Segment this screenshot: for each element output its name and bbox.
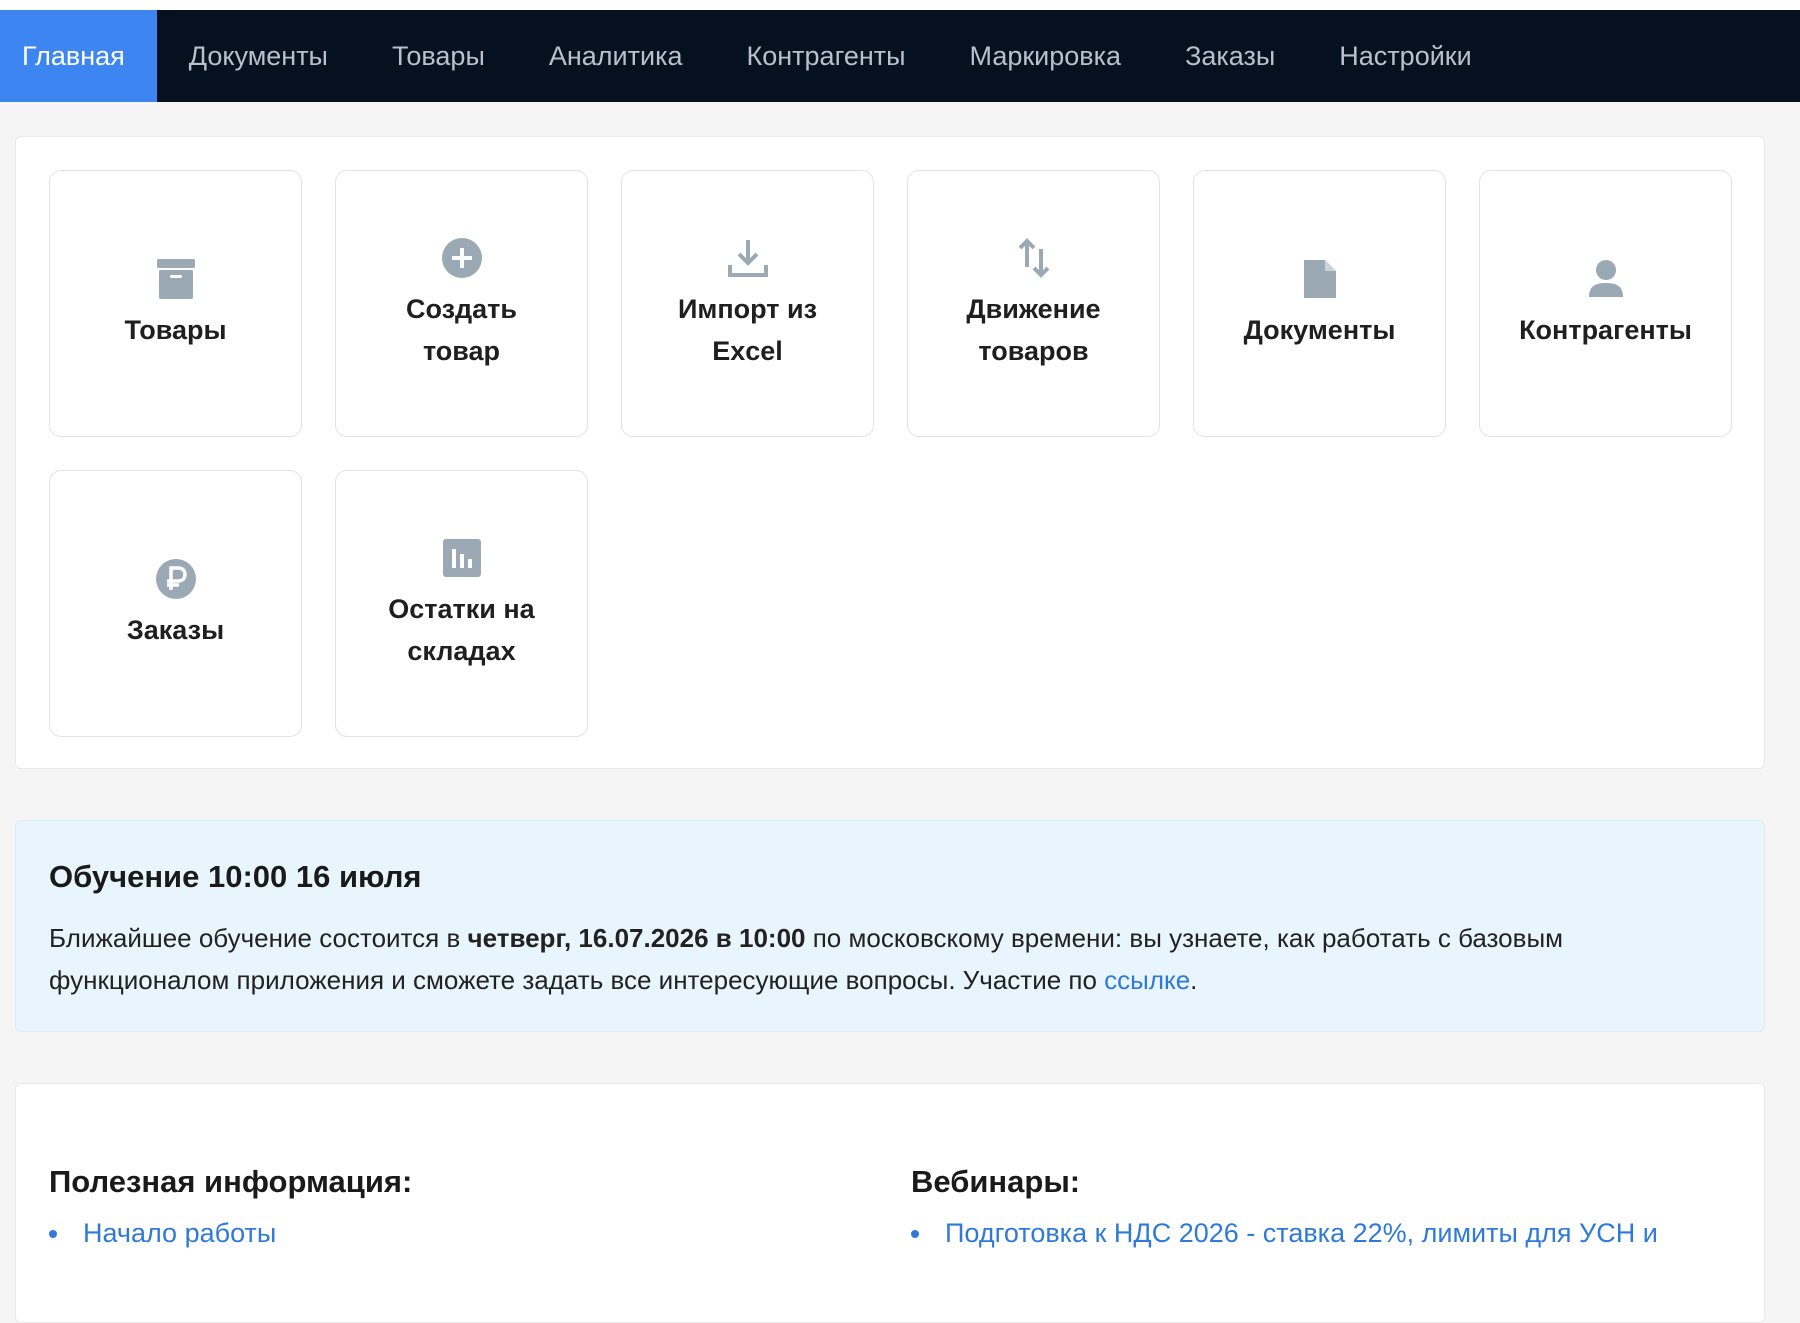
- webinars-title: Вебинары:: [911, 1164, 1081, 1199]
- tile-create-product[interactable]: Создать товар: [335, 170, 588, 437]
- useful-info-title: Полезная информация:: [49, 1164, 413, 1199]
- bullet-icon: [49, 1229, 57, 1238]
- chart-bar-icon: [440, 536, 484, 580]
- list-item: Подготовка к НДС 2026 - ставка 22%, лими…: [911, 1218, 1658, 1249]
- main-nav: Главная Документы Товары Аналитика Контр…: [0, 10, 1800, 102]
- useful-link[interactable]: Начало работы: [83, 1218, 276, 1249]
- webinar-link[interactable]: Подготовка к НДС 2026 - ставка 22%, лими…: [945, 1218, 1658, 1249]
- webinars-column: Вебинары: Подготовка к НДС 2026 - ставка…: [911, 1164, 1658, 1249]
- tile-goods-movement[interactable]: Движение товаров: [907, 170, 1160, 437]
- bullet-icon: [911, 1229, 919, 1238]
- user-icon: [1584, 257, 1628, 301]
- nav-item-documents[interactable]: Документы: [157, 10, 360, 102]
- archive-icon: [154, 257, 198, 301]
- top-strip: [0, 0, 1800, 10]
- nav-item-home[interactable]: Главная: [0, 10, 157, 102]
- tile-label: Документы: [1243, 314, 1396, 345]
- tile-products[interactable]: Товары: [49, 170, 302, 437]
- nav-item-settings[interactable]: Настройки: [1307, 10, 1503, 102]
- tile-warehouse-stock[interactable]: Остатки на складах: [335, 470, 588, 737]
- notice-link[interactable]: ссылке: [1104, 965, 1190, 995]
- notice-text-part: Ближайшее обучение состоится в: [49, 923, 468, 953]
- nav-item-orders[interactable]: Заказы: [1153, 10, 1307, 102]
- file-icon: [1298, 257, 1342, 301]
- training-notice: Обучение 10:00 16 июля Ближайшее обучени…: [15, 820, 1765, 1032]
- tile-label: Товары: [124, 314, 227, 345]
- nav-item-counterparties[interactable]: Контрагенты: [715, 10, 938, 102]
- notice-date: четверг, 16.07.2026 в 10:00: [467, 923, 806, 953]
- tile-label: Движение товаров: [966, 293, 1101, 366]
- tile-label: Заказы: [126, 614, 225, 645]
- nav-item-analytics[interactable]: Аналитика: [517, 10, 715, 102]
- tile-label: Остатки на складах: [388, 593, 535, 666]
- arrows-up-down-icon: [1012, 236, 1056, 280]
- quick-actions-panel: Товары Создать товар Импорт из Excel Дви…: [15, 136, 1765, 769]
- list-item: Начало работы: [49, 1218, 412, 1249]
- info-panel: Полезная информация: Начало работы Вебин…: [15, 1083, 1765, 1323]
- tile-label: Импорт из Excel: [677, 293, 818, 366]
- tile-label: Создать товар: [405, 293, 518, 366]
- tile-counterparties[interactable]: Контрагенты: [1479, 170, 1732, 437]
- nav-item-marking[interactable]: Маркировка: [938, 10, 1154, 102]
- tile-import-excel[interactable]: Импорт из Excel: [621, 170, 874, 437]
- download-icon: [726, 236, 770, 280]
- nav-item-products[interactable]: Товары: [360, 10, 517, 102]
- tile-label: Контрагенты: [1519, 314, 1692, 345]
- tile-documents[interactable]: Документы: [1193, 170, 1446, 437]
- tile-orders[interactable]: Заказы: [49, 470, 302, 737]
- useful-info-column: Полезная информация: Начало работы: [49, 1164, 412, 1249]
- notice-title: Обучение 10:00 16 июля: [49, 859, 422, 894]
- notice-text-end: .: [1190, 965, 1198, 995]
- notice-text: Ближайшее обучение состоится в четверг, …: [49, 917, 1731, 1001]
- ruble-icon: [154, 557, 198, 601]
- plus-circle-icon: [440, 236, 484, 280]
